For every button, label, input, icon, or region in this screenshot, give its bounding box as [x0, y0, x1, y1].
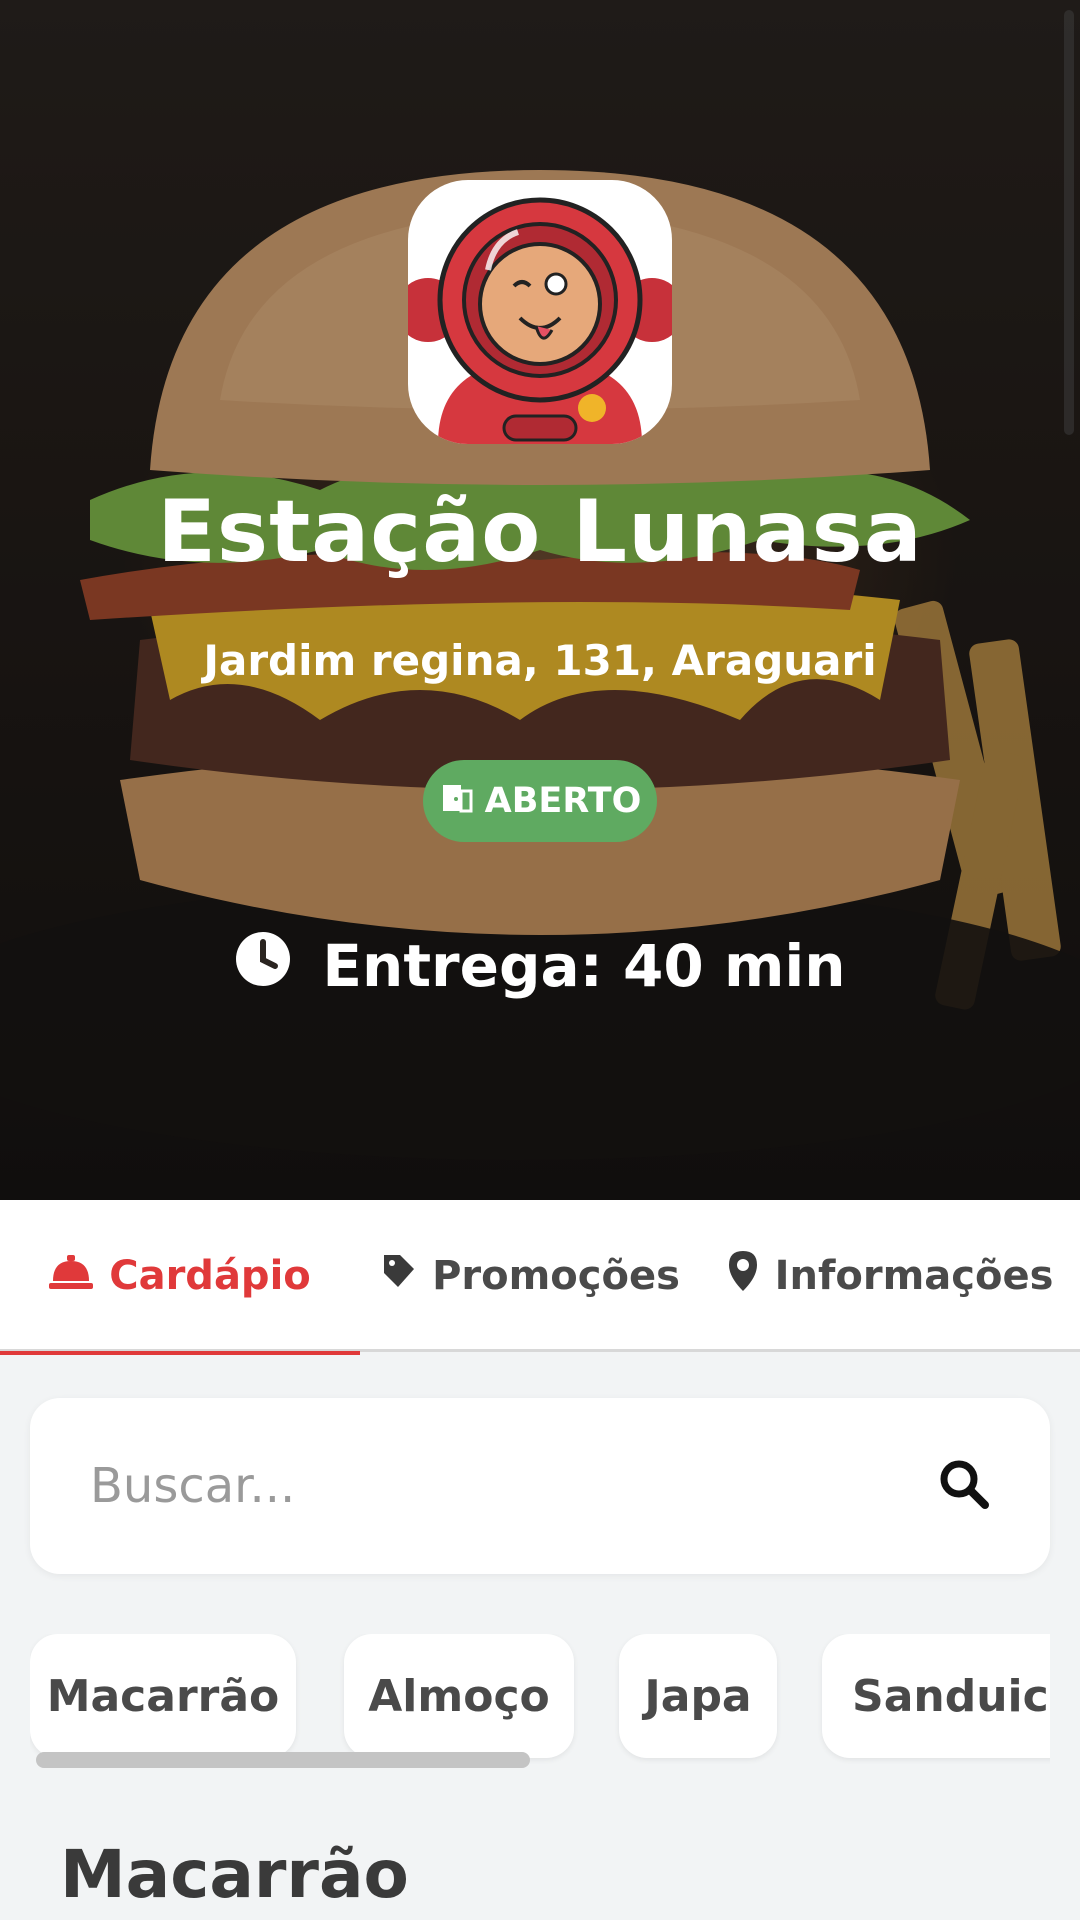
category-chip[interactable]: Japa — [619, 1634, 777, 1758]
tab-cardapio[interactable]: Cardápio — [0, 1200, 360, 1355]
tab-label: Promoções — [432, 1253, 680, 1299]
tab-label: Cardápio — [109, 1253, 311, 1299]
store-name: Estação Lunasa — [157, 482, 923, 582]
tab-label: Informações — [774, 1253, 1054, 1299]
store-logo — [408, 180, 672, 444]
store-header: Estação Lunasa Jardim regina, 131, Aragu… — [0, 0, 1080, 1200]
map-pin-icon — [727, 1249, 759, 1303]
delivery-time: Entrega: 40 min — [0, 930, 1080, 1002]
page-scrollbar[interactable] — [1064, 10, 1074, 435]
search-input[interactable] — [90, 1458, 938, 1514]
tab-promocoes[interactable]: Promoções — [360, 1200, 700, 1352]
status-badge: ABERTO — [423, 760, 657, 842]
door-open-icon — [439, 779, 475, 824]
category-scrollbar[interactable] — [36, 1752, 530, 1768]
status-label: ABERTO — [484, 781, 642, 821]
category-chip[interactable]: Sanduich — [822, 1634, 1050, 1758]
tab-informacoes[interactable]: Informações — [700, 1200, 1080, 1352]
category-chip[interactable]: Almoço — [344, 1634, 574, 1758]
bell-service-icon — [49, 1253, 94, 1299]
search-icon[interactable] — [938, 1458, 990, 1514]
search-bar — [30, 1398, 1050, 1574]
store-address: Jardim regina, 131, Araguari — [203, 636, 877, 685]
tag-icon — [380, 1251, 416, 1301]
section-title: Macarrão — [60, 1836, 409, 1913]
category-list: Macarrão Almoço Japa Sanduich — [30, 1634, 1050, 1764]
tab-bar: Cardápio Promoções Informações — [0, 1200, 1080, 1355]
category-chip[interactable]: Macarrão — [30, 1634, 296, 1758]
clock-icon — [234, 930, 292, 1002]
delivery-label: Entrega: 40 min — [322, 932, 846, 1000]
